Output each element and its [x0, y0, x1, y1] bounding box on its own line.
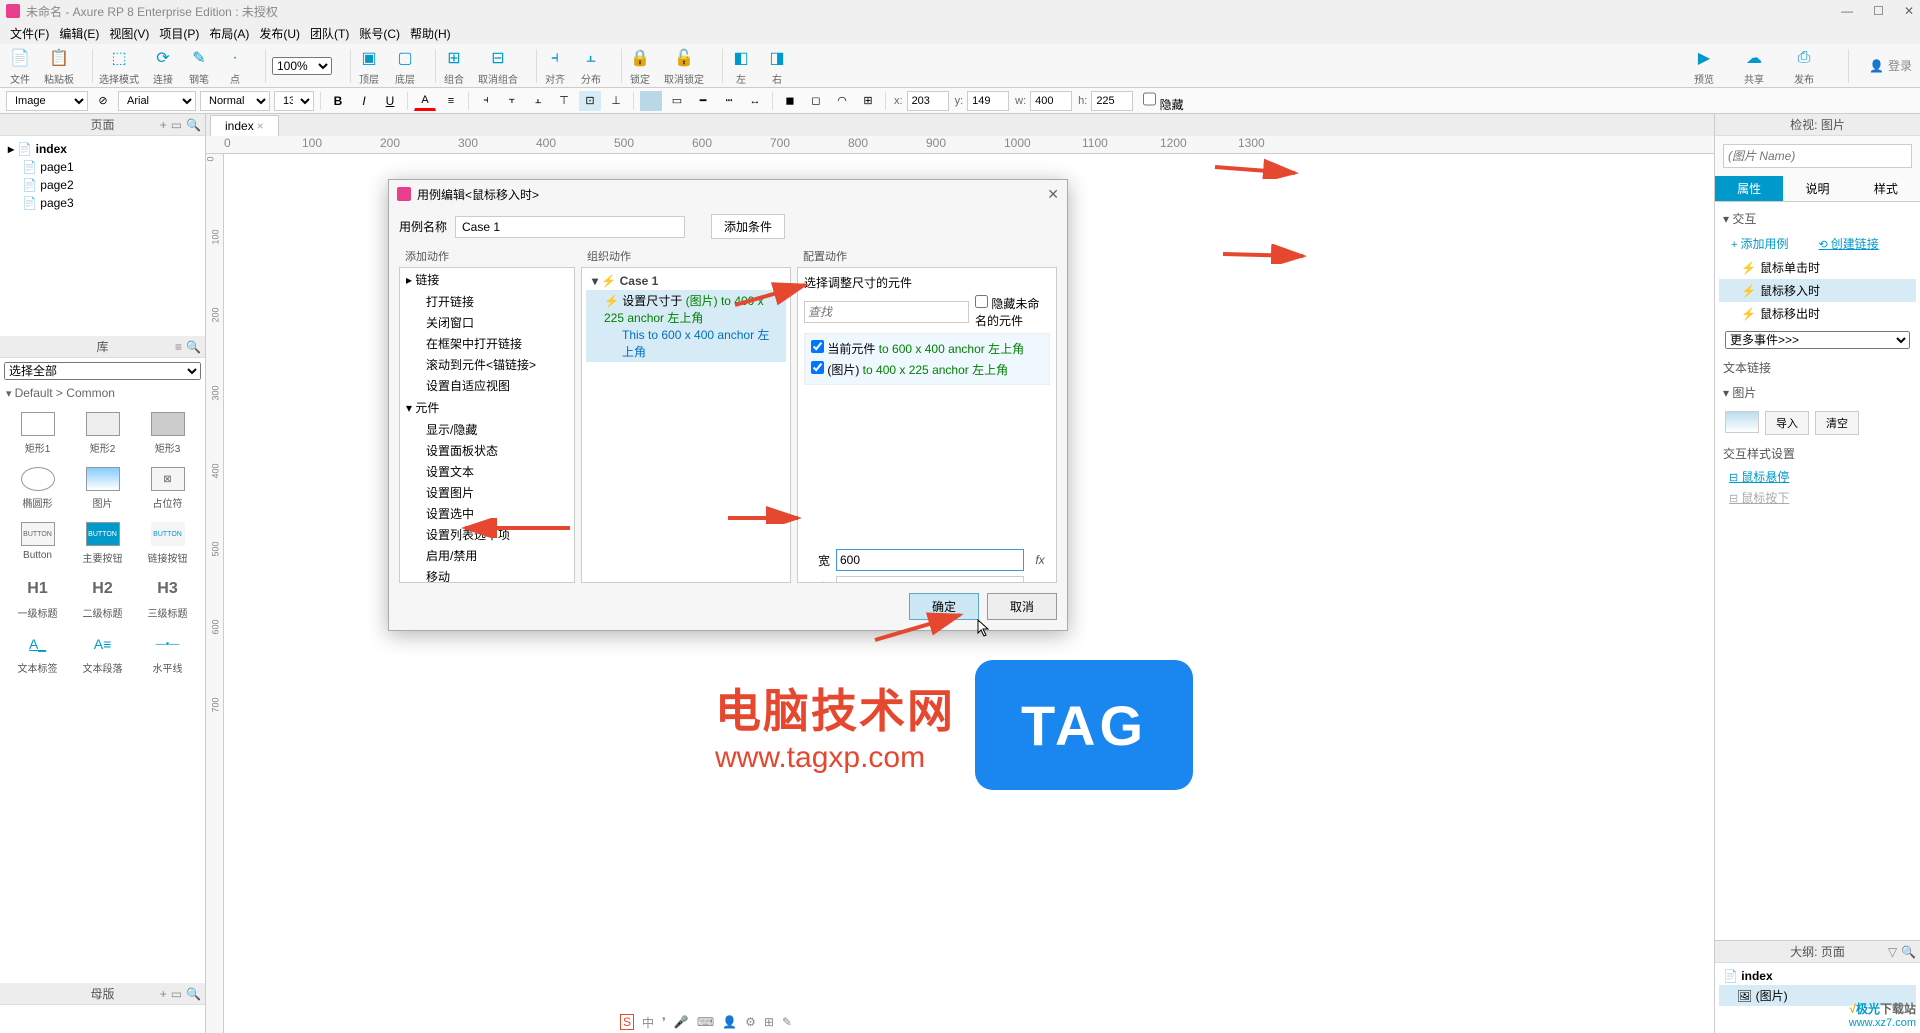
ok-button[interactable]: 确定 [909, 593, 979, 620]
tree-group-links[interactable]: ▸ 链接 [400, 268, 574, 291]
action-item[interactable]: 设置自适应视图 [400, 375, 574, 396]
action-item[interactable]: 关闭窗口 [400, 312, 574, 333]
action-item[interactable]: 在框架中打开链接 [400, 333, 574, 354]
dialog-close-button[interactable]: ✕ [1047, 186, 1059, 203]
cursor-icon [977, 619, 991, 637]
hide-unnamed-checkbox[interactable] [975, 295, 988, 308]
action-item[interactable]: 移动 [400, 566, 574, 582]
cfg-target-image[interactable]: (图片) to 400 x 225 anchor 左上角 [809, 359, 1045, 380]
tree-group-widgets[interactable]: ▾ 元件 [400, 396, 574, 419]
cfg-target-current[interactable]: 当前元件 to 600 x 400 anchor 左上角 [809, 338, 1045, 359]
dialog-logo-icon [397, 187, 411, 201]
org-case[interactable]: ▾ ⚡ Case 1 [586, 272, 786, 290]
action-item[interactable]: 设置面板状态 [400, 440, 574, 461]
action-item[interactable]: 显示/隐藏 [400, 419, 574, 440]
action-item[interactable]: 设置文本 [400, 461, 574, 482]
case-name-input[interactable] [455, 216, 685, 238]
cancel-button[interactable]: 取消 [987, 593, 1057, 620]
action-item[interactable]: 设置列表选中项 [400, 524, 574, 545]
case-name-label: 用例名称 [399, 218, 447, 235]
action-item[interactable]: 设置选中 [400, 503, 574, 524]
case-editor-dialog: 用例编辑<鼠标移入时> ✕ 用例名称 添加条件 添加动作 组织动作 配置动作 ▸… [388, 179, 1068, 631]
ime-toolbar: S 中❜🎤⌨👤⚙⊞✎ [620, 1011, 792, 1033]
height-input[interactable] [836, 576, 1024, 583]
action-item[interactable]: 启用/禁用 [400, 545, 574, 566]
action-item[interactable]: 滚动到元件<锚链接> [400, 354, 574, 375]
dialog-overlay: 用例编辑<鼠标移入时> ✕ 用例名称 添加条件 添加动作 组织动作 配置动作 ▸… [0, 0, 1920, 1033]
add-condition-button[interactable]: 添加条件 [711, 214, 785, 239]
actions-tree: ▸ 链接 打开链接 关闭窗口 在框架中打开链接 滚动到元件<锚链接> 设置自适应… [399, 267, 575, 583]
org-action[interactable]: ⚡ 设置尺寸于 (图片) to 400 x 225 anchor 左上角 Thi… [586, 290, 786, 362]
cfg-heading: 选择调整尺寸的元件 [804, 274, 1050, 291]
dialog-title: 用例编辑<鼠标移入时> [417, 186, 539, 203]
action-item[interactable]: 打开链接 [400, 291, 574, 312]
fx-button[interactable]: fx [1030, 553, 1050, 567]
action-item[interactable]: 设置图片 [400, 482, 574, 503]
width-input[interactable] [836, 549, 1024, 571]
organize-panel: ▾ ⚡ Case 1 ⚡ 设置尺寸于 (图片) to 400 x 225 anc… [581, 267, 791, 583]
configure-panel: 选择调整尺寸的元件 隐藏未命名的元件 当前元件 to 600 x 400 anc… [797, 267, 1057, 583]
cfg-search-input[interactable] [804, 301, 969, 323]
footer-logo: √极光下载站 www.xz7.com [1849, 1000, 1916, 1029]
